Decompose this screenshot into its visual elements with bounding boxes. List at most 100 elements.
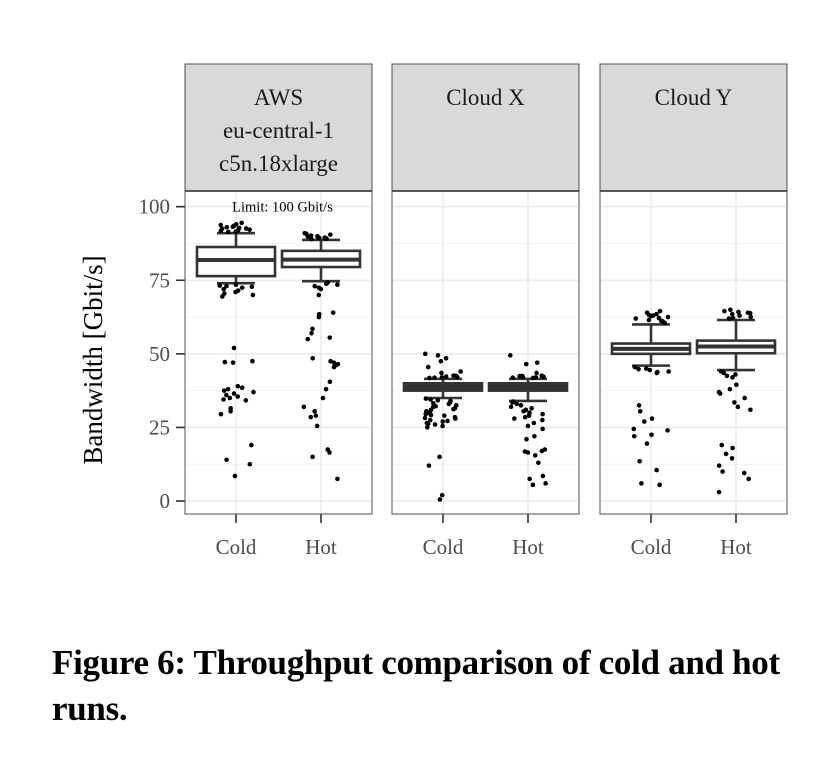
data-point — [649, 432, 654, 438]
data-point — [748, 407, 753, 413]
data-point — [446, 401, 452, 407]
data-point — [654, 311, 659, 317]
data-point — [323, 281, 329, 287]
data-point — [428, 412, 434, 418]
limit-annotation: Limit: 100 Gbit/s — [232, 200, 333, 216]
data-point — [327, 379, 333, 385]
data-point — [727, 386, 733, 392]
data-point — [315, 235, 321, 240]
data-point — [235, 383, 241, 389]
data-point — [657, 482, 662, 488]
data-point — [534, 370, 539, 376]
data-point — [741, 470, 747, 476]
x-tick-label: Hot — [720, 535, 752, 559]
data-point — [224, 225, 230, 230]
y-tick-label: 25 — [149, 415, 170, 439]
data-point — [539, 448, 545, 454]
data-point — [313, 413, 319, 418]
data-point — [716, 489, 722, 495]
data-point — [514, 401, 520, 407]
data-point — [230, 224, 236, 230]
data-point — [636, 366, 641, 372]
facet-strip-label: eu-central-1 — [223, 118, 334, 143]
data-point — [426, 463, 432, 468]
data-point — [233, 289, 238, 295]
data-point — [236, 225, 242, 231]
data-point — [730, 315, 736, 321]
data-point — [510, 400, 515, 405]
data-point — [730, 445, 735, 451]
data-point — [438, 358, 444, 364]
data-point — [649, 416, 655, 421]
data-point — [250, 292, 256, 298]
data-point — [531, 420, 537, 426]
facet-panels: AWSeu-central-1c5n.18xlargeCold HotCloud … — [184, 63, 788, 559]
data-point — [510, 375, 516, 380]
data-point — [428, 397, 433, 402]
data-point — [536, 460, 541, 466]
data-point — [239, 285, 245, 290]
data-point — [524, 436, 529, 442]
data-point — [422, 351, 428, 357]
data-point — [308, 414, 314, 420]
data-point — [654, 467, 659, 473]
x-tick-label: Hot — [512, 535, 544, 559]
data-point — [331, 364, 337, 370]
facet-strip-label: Cloud Y — [655, 85, 733, 110]
figure-caption: Figure 6: Throughput comparison of cold … — [52, 643, 780, 728]
data-point — [666, 369, 671, 374]
data-point — [451, 406, 456, 412]
data-point — [316, 292, 322, 298]
data-point — [533, 453, 538, 458]
data-point — [233, 282, 239, 287]
data-point — [719, 442, 725, 448]
box — [487, 381, 569, 392]
data-point — [443, 374, 449, 379]
boxplot-chart: AWSeu-central-1c5n.18xlargeCold HotCloud … — [78, 63, 788, 559]
data-point — [639, 481, 644, 486]
data-point — [318, 286, 324, 292]
data-point — [225, 229, 231, 235]
data-point — [508, 353, 513, 358]
data-point — [637, 458, 642, 464]
data-point — [239, 385, 245, 390]
data-point — [717, 391, 723, 396]
data-point — [453, 416, 458, 421]
data-point — [308, 233, 314, 238]
data-point — [222, 359, 228, 365]
data-point — [525, 423, 531, 429]
data-point — [655, 369, 660, 375]
y-tick-label: 50 — [149, 342, 170, 366]
data-point — [530, 375, 536, 381]
data-point — [217, 283, 223, 288]
data-point — [218, 228, 224, 234]
data-point — [327, 335, 333, 340]
data-point — [724, 373, 730, 379]
data-point — [647, 367, 653, 373]
data-point — [324, 236, 329, 241]
data-point — [425, 421, 431, 427]
data-point — [520, 374, 526, 380]
data-point — [435, 353, 441, 358]
data-point — [742, 395, 747, 401]
data-point — [327, 450, 332, 455]
data-point — [247, 461, 253, 467]
panel-background — [391, 190, 580, 515]
data-point — [730, 375, 735, 380]
data-point — [221, 397, 226, 402]
x-tick-label: Hot — [305, 535, 337, 559]
facet-strip-label: Cloud X — [446, 85, 525, 110]
data-point — [422, 415, 428, 421]
data-point — [454, 374, 460, 380]
x-tick-label: Cold — [631, 535, 672, 559]
data-point — [523, 361, 529, 367]
y-tick-label: 0 — [160, 489, 171, 513]
data-point — [540, 417, 545, 423]
data-point — [218, 411, 224, 417]
data-point — [440, 423, 445, 429]
data-point — [435, 398, 441, 403]
data-point — [631, 433, 637, 439]
data-point — [225, 386, 231, 392]
data-point — [631, 426, 637, 432]
data-point — [662, 320, 668, 326]
